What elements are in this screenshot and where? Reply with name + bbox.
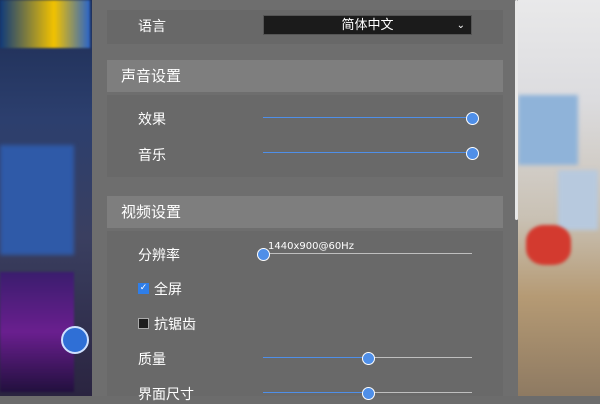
language-label: 语言: [138, 19, 166, 35]
language-select-value: 简体中文: [341, 18, 394, 33]
chevron-down-icon: ⌄: [456, 20, 465, 31]
audio-section-body: [107, 95, 503, 177]
game-logo: [0, 0, 90, 48]
fullscreen-label: 全屏: [154, 282, 182, 298]
slider-fill: [263, 117, 472, 118]
chevron-right-icon: [61, 326, 89, 354]
resolution-slider[interactable]: [257, 248, 472, 261]
quality-label: 质量: [138, 352, 166, 368]
background-object: [526, 225, 571, 265]
background-right-area: [518, 0, 600, 396]
background-building: [518, 95, 578, 165]
ui-scale-label: 界面尺寸: [138, 387, 194, 403]
ui-scale-slider[interactable]: [263, 387, 472, 400]
antialias-checkbox[interactable]: [138, 318, 149, 329]
background-left-area: [0, 0, 92, 396]
language-select[interactable]: 简体中文 ⌄: [263, 15, 472, 35]
background-panel: [0, 145, 74, 255]
slider-thumb[interactable]: [466, 147, 479, 160]
music-slider[interactable]: [263, 147, 479, 160]
effects-label: 效果: [138, 112, 166, 128]
slider-fill: [263, 357, 368, 358]
background-house: [558, 170, 598, 230]
panel-scrollbar[interactable]: [515, 0, 518, 220]
slider-fill: [263, 152, 472, 153]
quality-slider[interactable]: [263, 352, 472, 365]
slider-thumb[interactable]: [361, 352, 375, 365]
antialias-label: 抗锯齿: [154, 317, 196, 333]
slider-thumb[interactable]: [361, 387, 375, 400]
slider-track: [263, 253, 472, 254]
slider-thumb[interactable]: [257, 248, 270, 261]
effects-slider[interactable]: [263, 112, 479, 125]
resolution-label: 分辨率: [138, 248, 180, 264]
slider-fill: [263, 392, 368, 393]
video-section-header: 视频设置: [107, 196, 503, 228]
slider-thumb[interactable]: [466, 112, 479, 125]
music-label: 音乐: [138, 148, 166, 164]
fullscreen-checkbox[interactable]: ✓: [138, 283, 149, 294]
audio-section-header: 声音设置: [107, 60, 503, 92]
